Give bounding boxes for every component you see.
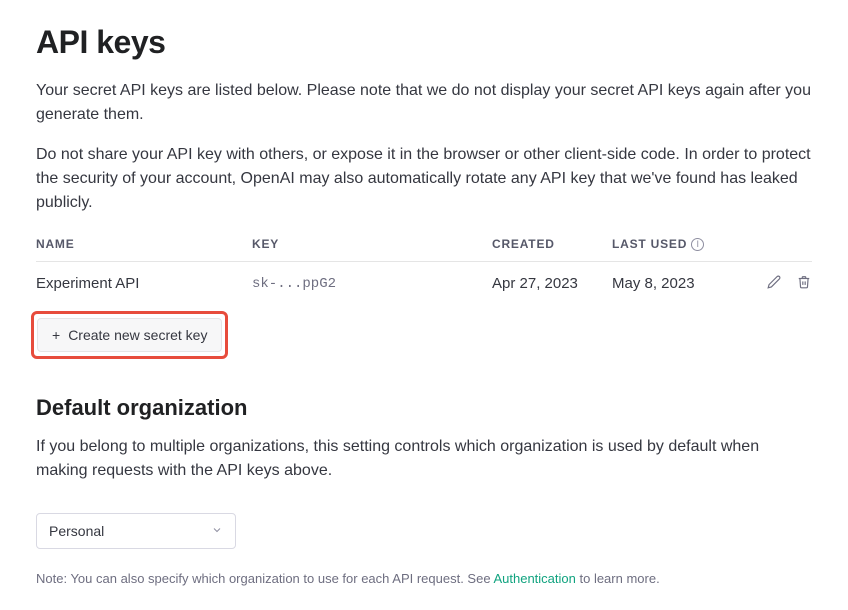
intro-paragraph-1: Your secret API keys are listed below. P… [36,79,812,127]
header-name: NAME [36,237,252,262]
api-keys-table: NAME KEY CREATED LAST USEDi Experiment A… [36,237,812,301]
key-name: Experiment API [36,262,252,302]
chevron-down-icon [211,523,223,539]
default-org-heading: Default organization [36,395,812,421]
delete-icon[interactable] [796,274,812,290]
info-icon[interactable]: i [691,238,704,251]
default-org-description: If you belong to multiple organizations,… [36,435,812,483]
key-created: Apr 27, 2023 [492,262,612,302]
organization-select[interactable]: Personal [36,513,236,549]
edit-icon[interactable] [766,274,782,290]
key-last-used: May 8, 2023 [612,262,732,302]
header-last-used: LAST USEDi [612,237,732,262]
authentication-link[interactable]: Authentication [493,571,575,586]
intro-paragraph-2: Do not share your API key with others, o… [36,143,812,215]
header-created: CREATED [492,237,612,262]
organization-selected-value: Personal [49,523,104,539]
plus-icon: + [52,328,60,342]
header-key: KEY [252,237,492,262]
table-row: Experiment API sk-...ppG2 Apr 27, 2023 M… [36,262,812,302]
org-note: Note: You can also specify which organiz… [36,571,812,586]
create-secret-key-button[interactable]: + Create new secret key [37,318,222,352]
highlight-box: + Create new secret key [31,311,228,359]
page-title: API keys [36,24,812,61]
key-value: sk-...ppG2 [252,262,492,302]
